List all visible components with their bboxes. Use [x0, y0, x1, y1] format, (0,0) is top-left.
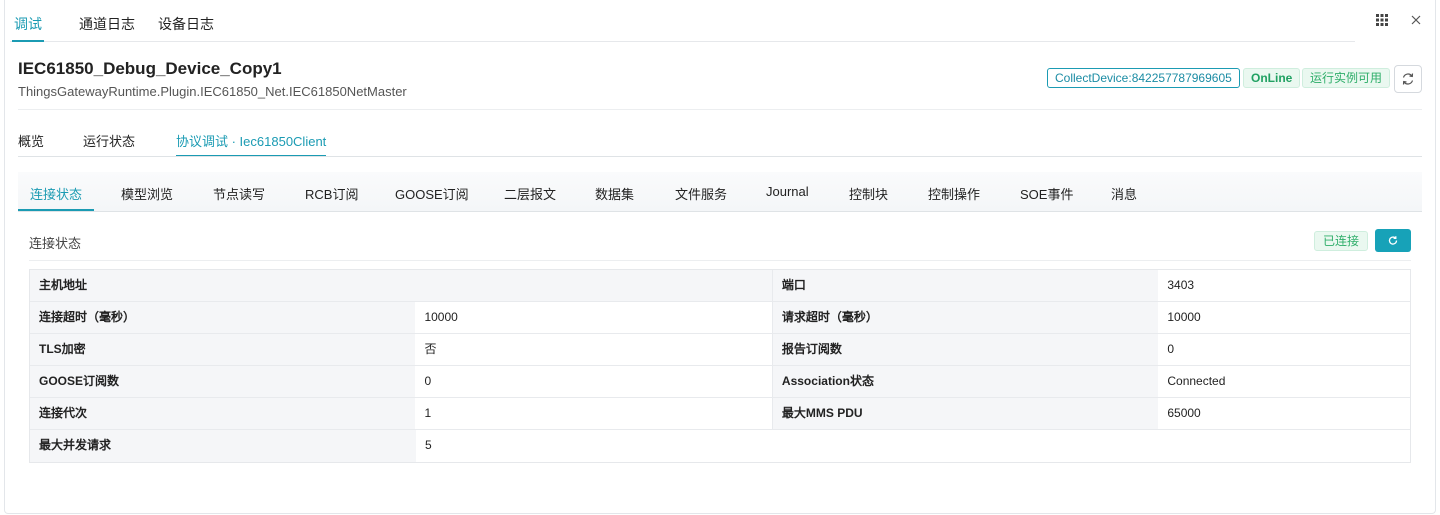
grid-icon[interactable] — [1375, 14, 1389, 28]
tab-debug[interactable]: 调试 — [12, 14, 44, 42]
label-port: 端口 — [772, 270, 1159, 301]
table-row: TLS加密 否 报告订阅数 0 — [30, 334, 1410, 366]
refresh-icon — [1388, 236, 1398, 245]
header-divider — [18, 109, 1422, 110]
tab-device-log[interactable]: 设备日志 — [158, 14, 214, 34]
label-goose-subscriptions: GOOSE订阅数 — [30, 366, 416, 397]
label-max-mms-pdu: 最大MMS PDU — [772, 398, 1159, 429]
refresh-button[interactable] — [1375, 229, 1411, 252]
label-tls: TLS加密 — [30, 334, 416, 365]
sync-button[interactable] — [1394, 65, 1422, 93]
label-association-status: Association状态 — [772, 366, 1159, 397]
subtab-node-rw[interactable]: 节点读写 — [213, 184, 265, 203]
subtab-connection-status[interactable]: 连接状态 — [17, 184, 95, 211]
device-plugin: ThingsGatewayRuntime.Plugin.IEC61850_Net… — [18, 84, 407, 99]
section-title: 连接状态 — [29, 236, 82, 251]
table-row: 连接超时（毫秒） 10000 请求超时（毫秒） 10000 — [30, 302, 1410, 334]
value-host — [415, 270, 773, 301]
close-icon[interactable] — [1409, 14, 1423, 28]
label-connection-generation: 连接代次 — [30, 398, 416, 429]
tab-channel-log[interactable]: 通道日志 — [79, 14, 135, 34]
value-max-concurrent-requests: 5 — [416, 430, 1410, 462]
tab-run-status[interactable]: 运行状态 — [83, 131, 135, 150]
connection-status-badge: 已连接 — [1314, 231, 1369, 251]
subtab-model-browse[interactable]: 模型浏览 — [121, 184, 173, 203]
tab-overview[interactable]: 概览 — [18, 131, 44, 150]
value-report-subscriptions: 0 — [1158, 334, 1410, 365]
subtab-messages[interactable]: 消息 — [1111, 184, 1137, 203]
value-connection-generation: 1 — [415, 398, 773, 429]
sync-icon — [1402, 73, 1414, 85]
value-port: 3403 — [1158, 270, 1410, 301]
tab-protocol-debug[interactable]: 协议调试 · Iec61850Client — [176, 131, 327, 157]
device-name: IEC61850_Debug_Device_Copy1 — [18, 59, 282, 78]
online-badge: OnLine — [1243, 68, 1301, 88]
label-max-concurrent-requests: 最大并发请求 — [30, 430, 416, 462]
subtab-layer2-frames[interactable]: 二层报文 — [504, 184, 556, 203]
subtab-control-block[interactable]: 控制块 — [849, 184, 888, 203]
top-tab-bar: 调试 通道日志 设备日志 — [0, 0, 1440, 44]
subtab-goose-subscribe[interactable]: GOOSE订阅 — [395, 184, 469, 203]
label-connect-timeout: 连接超时（毫秒） — [30, 302, 416, 333]
subtab-dataset[interactable]: 数据集 — [595, 184, 634, 203]
subtab-file-service[interactable]: 文件服务 — [675, 184, 727, 203]
label-host: 主机地址 — [30, 270, 416, 301]
connection-info-table: 主机地址 端口 3403 连接超时（毫秒） 10000 请求超时（毫秒） 100… — [29, 269, 1411, 463]
value-tls: 否 — [415, 334, 773, 365]
subtab-soe-events[interactable]: SOE事件 — [1020, 184, 1073, 203]
value-association-status: Connected — [1158, 366, 1410, 397]
table-row: 主机地址 端口 3403 — [30, 270, 1410, 302]
label-report-subscriptions: 报告订阅数 — [772, 334, 1159, 365]
table-row: 最大并发请求 5 — [30, 430, 1410, 462]
value-max-mms-pdu: 65000 — [1158, 398, 1410, 429]
section-divider — [29, 260, 1411, 261]
subtab-journal[interactable]: Journal — [766, 184, 809, 199]
run-instance-badge: 运行实例可用 — [1302, 68, 1391, 88]
sec-tab-divider — [18, 156, 1422, 157]
top-tab-divider — [10, 41, 1355, 42]
subtab-rcb-subscribe[interactable]: RCB订阅 — [305, 184, 358, 203]
subtab-control-operation[interactable]: 控制操作 — [928, 184, 980, 203]
value-goose-subscriptions: 0 — [415, 366, 773, 397]
value-connect-timeout: 10000 — [415, 302, 773, 333]
collect-device-badge: CollectDevice:842257787969605 — [1047, 68, 1240, 88]
label-request-timeout: 请求超时（毫秒） — [772, 302, 1159, 333]
table-row: 连接代次 1 最大MMS PDU 65000 — [30, 398, 1410, 430]
table-row: GOOSE订阅数 0 Association状态 Connected — [30, 366, 1410, 398]
value-request-timeout: 10000 — [1158, 302, 1410, 333]
